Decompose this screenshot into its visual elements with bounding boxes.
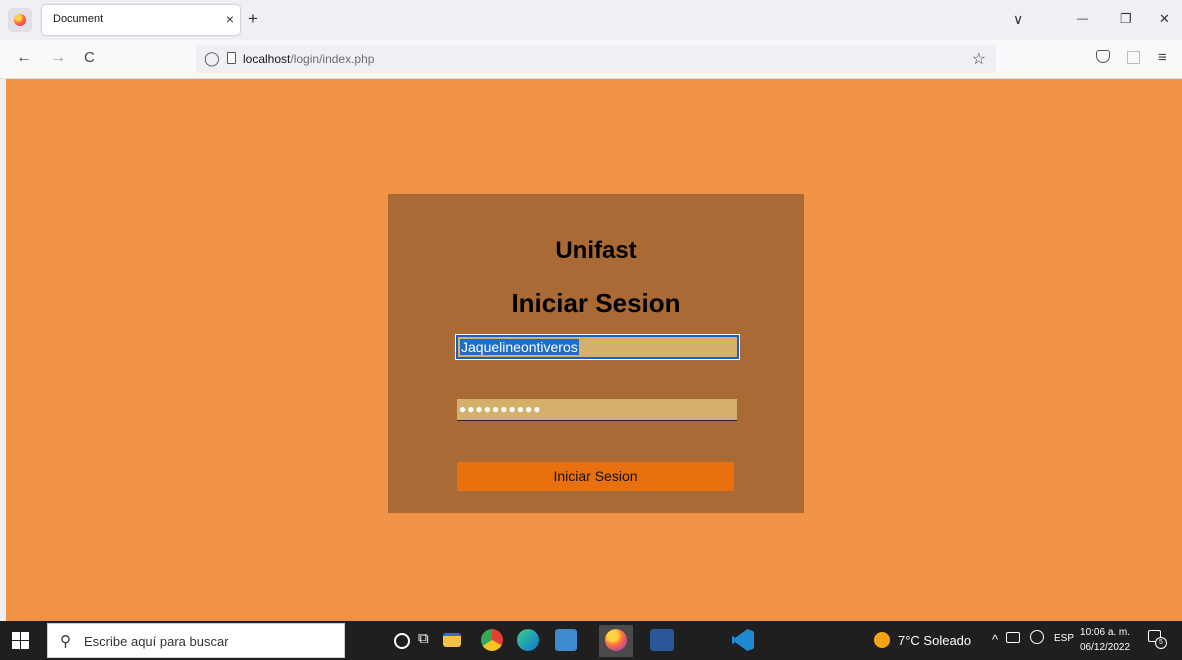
firefox-view-button[interactable] xyxy=(8,8,32,32)
extension-icon[interactable] xyxy=(1127,51,1140,64)
word-icon[interactable] xyxy=(650,629,674,651)
windows-taskbar: ⚲ Escribe aquí para buscar ⧉ 7°C Soleado… xyxy=(0,621,1182,660)
username-input[interactable]: Jaquelineontiveros xyxy=(455,334,740,360)
taskbar-search-box[interactable]: ⚲ Escribe aquí para buscar xyxy=(47,623,345,658)
tab-list-chevron-icon[interactable]: ∨ xyxy=(1013,10,1023,28)
hidden-icons-chevron-icon[interactable]: ^ xyxy=(992,632,998,647)
new-tab-button[interactable]: + xyxy=(248,9,258,29)
back-arrow-icon[interactable]: ← xyxy=(16,49,32,67)
windows-logo-icon xyxy=(12,632,20,640)
tracking-shield-icon[interactable]: ◯ xyxy=(204,50,220,67)
password-input[interactable]: ●●●●●●●●●● xyxy=(457,399,737,421)
firefox-taskbar-icon[interactable] xyxy=(605,629,627,651)
login-submit-button[interactable]: Iniciar Sesion xyxy=(457,462,734,491)
chrome-icon[interactable] xyxy=(481,629,503,651)
close-window-button[interactable]: ✕ xyxy=(1159,10,1170,28)
network-globe-icon[interactable] xyxy=(1030,630,1044,644)
login-heading: Iniciar Sesion xyxy=(511,288,681,318)
url-path: /login/index.php xyxy=(290,52,375,66)
windows-start-button[interactable] xyxy=(12,632,30,650)
address-bar[interactable]: ◯ localhost/login/index.php ☆ xyxy=(196,45,996,73)
task-view-icon[interactable]: ⧉ xyxy=(418,630,429,647)
url-text[interactable]: localhost/login/index.php xyxy=(243,52,374,66)
reload-icon[interactable]: C xyxy=(84,49,95,67)
bookmark-star-icon[interactable]: ☆ xyxy=(972,49,986,69)
tab-title: Document xyxy=(53,13,104,25)
language-indicator[interactable]: ESP xyxy=(1054,633,1074,644)
login-form: Unifast Iniciar Sesion Jaquelineontivero… xyxy=(388,194,804,513)
hamburger-menu-icon[interactable]: ≡ xyxy=(1158,49,1167,67)
search-icon: ⚲ xyxy=(60,633,71,650)
forward-arrow-icon[interactable]: → xyxy=(50,49,66,67)
brand-title: Unifast xyxy=(555,237,637,264)
page-body: Unifast Iniciar Sesion Jaquelineontivero… xyxy=(6,79,1182,621)
edge-icon[interactable] xyxy=(517,629,539,651)
weather-sun-icon[interactable] xyxy=(874,632,890,648)
tab-document[interactable]: Document × xyxy=(42,5,240,35)
search-placeholder: Escribe aquí para buscar xyxy=(84,634,229,649)
notification-center[interactable]: 5 xyxy=(1148,630,1167,649)
tab-close-icon[interactable]: × xyxy=(226,11,234,27)
weather-text[interactable]: 7°C Soleado xyxy=(898,633,971,648)
notification-badge: 5 xyxy=(1155,637,1167,649)
vscode-icon[interactable] xyxy=(732,629,754,651)
battery-icon[interactable] xyxy=(1006,632,1020,643)
url-host: localhost xyxy=(243,52,291,66)
system-clock[interactable]: 10:06 a. m. 06/12/2022 xyxy=(1080,625,1130,655)
pocket-icon[interactable] xyxy=(1096,50,1110,63)
cortana-icon[interactable] xyxy=(394,633,410,649)
file-explorer-icon[interactable] xyxy=(443,633,461,647)
microsoft-store-icon[interactable] xyxy=(555,629,577,651)
username-value: Jaquelineontiveros xyxy=(460,339,579,355)
clock-date: 06/12/2022 xyxy=(1080,642,1131,653)
clock-time: 10:06 a. m. xyxy=(1080,627,1131,638)
navigation-toolbar: ← → C ◯ localhost/login/index.php ☆ ≡ xyxy=(0,40,1182,79)
minimize-button[interactable]: — xyxy=(1077,10,1088,28)
firefox-logo-icon xyxy=(14,14,26,26)
page-info-icon[interactable] xyxy=(227,52,236,64)
restore-button[interactable]: ❐ xyxy=(1120,10,1132,28)
browser-tab-bar: Document × + ∨ — ❐ ✕ xyxy=(0,0,1182,40)
